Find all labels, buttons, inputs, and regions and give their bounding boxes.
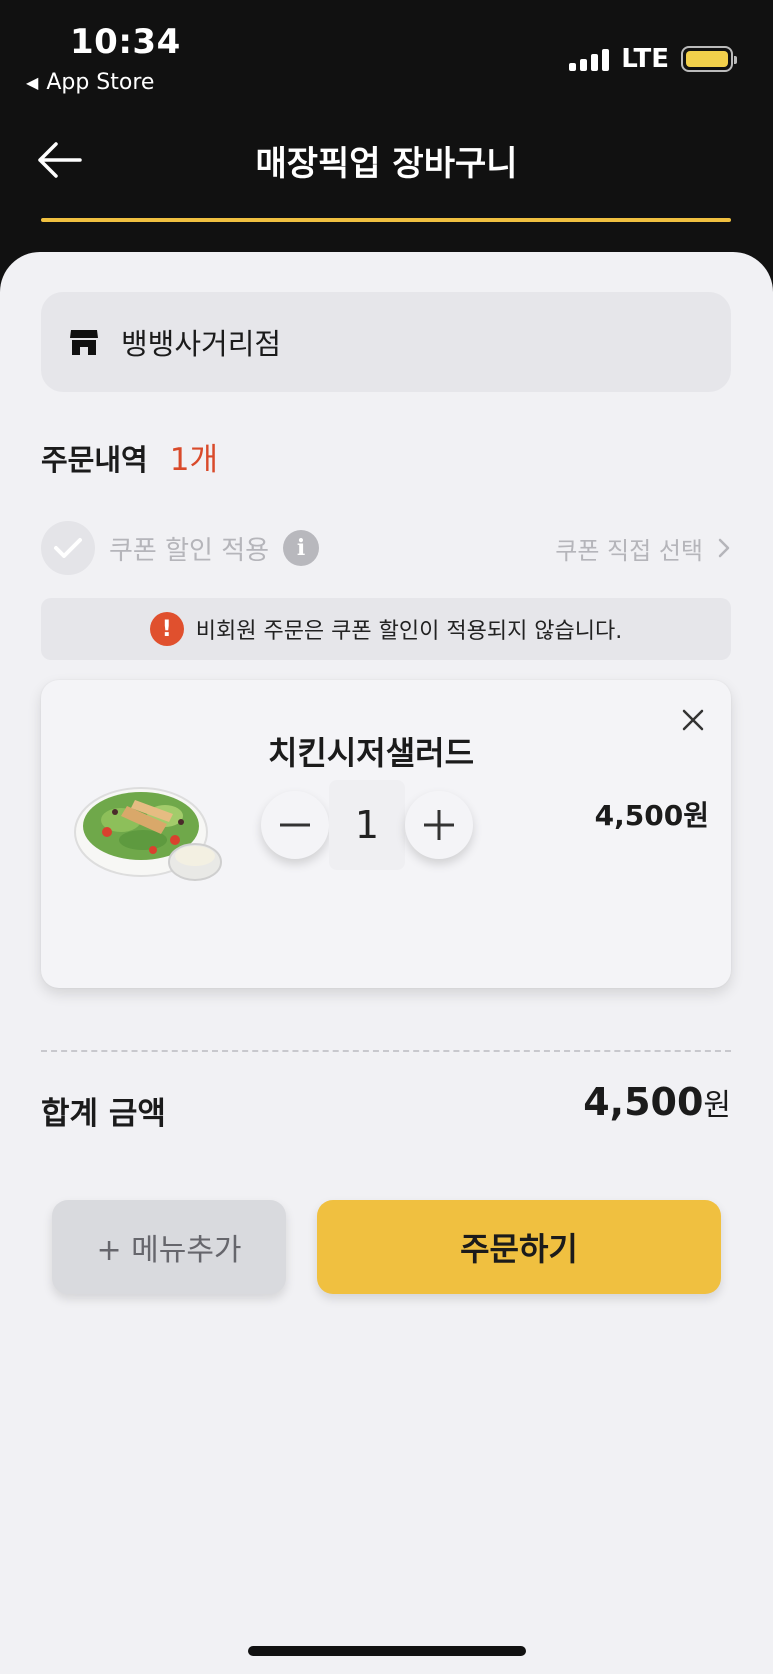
page-title: 매장픽업 장바구니 bbox=[255, 144, 518, 184]
chevron-right-icon bbox=[718, 538, 730, 558]
order-count: 1개 bbox=[169, 442, 218, 478]
cart-sheet: 뱅뱅사거리점 주문내역 1개 쿠폰 할인 적용 i 쿠폰 직접 선택 ! 비회원… bbox=[0, 252, 773, 1674]
total-amount: 4,500 bbox=[583, 1079, 704, 1124]
coupon-select-label: 쿠폰 직접 선택 bbox=[555, 536, 703, 565]
coupon-apply-toggle[interactable]: 쿠폰 할인 적용 i bbox=[41, 521, 320, 575]
coupon-select-link[interactable]: 쿠폰 직접 선택 bbox=[555, 531, 731, 566]
battery-icon bbox=[681, 46, 737, 72]
checkmark-icon bbox=[54, 538, 82, 558]
warning-icon: ! bbox=[149, 612, 184, 646]
coupon-apply-label: 쿠폰 할인 적용 bbox=[109, 535, 270, 566]
status-indicators: LTE bbox=[569, 44, 737, 74]
remove-item-button[interactable] bbox=[673, 700, 713, 740]
status-time: 10:34 bbox=[70, 22, 181, 62]
info-icon[interactable]: i bbox=[283, 530, 320, 566]
order-list-label: 주문내역 bbox=[41, 443, 148, 477]
minus-icon bbox=[280, 823, 310, 827]
home-indicator bbox=[248, 1646, 526, 1656]
coupon-notice: ! 비회원 주문은 쿠폰 할인이 적용되지 않습니다. bbox=[41, 598, 731, 660]
store-name: 뱅뱅사거리점 bbox=[121, 327, 282, 361]
coupon-row: 쿠폰 할인 적용 i 쿠폰 직접 선택 bbox=[41, 520, 731, 576]
back-app-label: App Store bbox=[46, 70, 155, 95]
store-icon bbox=[70, 330, 98, 355]
total-unit: 원 bbox=[703, 1087, 731, 1123]
order-summary: 주문내역 1개 bbox=[41, 434, 218, 479]
header-divider bbox=[41, 218, 731, 222]
increase-quantity-button[interactable] bbox=[405, 791, 473, 859]
back-to-app-store-link[interactable]: ◀ App Store bbox=[26, 70, 154, 95]
check-circle-icon[interactable] bbox=[41, 521, 95, 575]
notice-text: 비회원 주문은 쿠폰 할인이 적용되지 않습니다. bbox=[195, 619, 623, 644]
quantity-value: 1 bbox=[329, 780, 405, 870]
add-menu-button[interactable]: + 메뉴추가 bbox=[52, 1200, 286, 1294]
store-selector[interactable]: 뱅뱅사거리점 bbox=[41, 292, 731, 392]
network-type: LTE bbox=[621, 44, 669, 74]
decrease-quantity-button[interactable] bbox=[261, 791, 329, 859]
plus-icon bbox=[424, 810, 454, 840]
total-row: 합계 금액 4,500원 bbox=[41, 1070, 731, 1133]
order-button[interactable]: 주문하기 bbox=[317, 1200, 721, 1294]
item-price: 4,500원 bbox=[594, 799, 709, 832]
item-name: 치킨시저샐러드 bbox=[267, 734, 475, 772]
signal-icon bbox=[569, 47, 610, 71]
close-icon bbox=[682, 709, 704, 731]
total-label: 합계 금액 bbox=[41, 1096, 166, 1132]
cart-item-card: 치킨시저샐러드 1 4,500원 bbox=[41, 680, 731, 988]
salad-image bbox=[74, 787, 222, 881]
quantity-stepper: 1 bbox=[261, 780, 473, 870]
back-triangle-icon: ◀ bbox=[26, 73, 39, 92]
divider bbox=[41, 1050, 731, 1052]
top-bar: 10:34 ◀ App Store LTE 매장픽업 장바구니 bbox=[0, 0, 773, 252]
total-value: 4,500원 bbox=[583, 1080, 731, 1124]
